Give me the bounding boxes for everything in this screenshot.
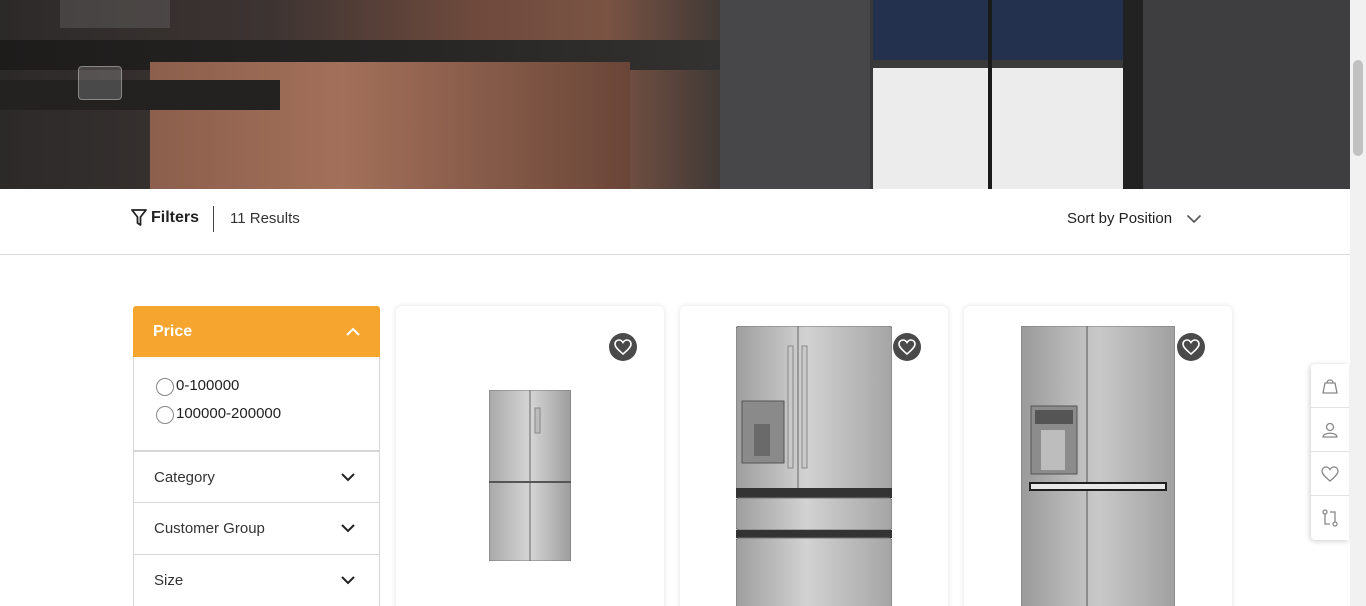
price-filter-title: Price: [153, 322, 193, 340]
page-scrollbar[interactable]: [1350, 0, 1366, 606]
heart-icon: [1321, 465, 1339, 482]
facet-category[interactable]: Category: [133, 451, 380, 503]
facet-customer-group[interactable]: Customer Group: [133, 503, 380, 555]
heart-icon: [614, 339, 632, 355]
scrollbar-thumb[interactable]: [1353, 60, 1363, 156]
heart-icon: [1182, 339, 1200, 355]
radio-button[interactable]: [156, 378, 174, 396]
facet-label: Category: [154, 468, 215, 486]
wishlist-sidebar-button[interactable]: [1311, 452, 1349, 496]
product-image[interactable]: [489, 390, 571, 561]
wishlist-button[interactable]: [609, 333, 637, 361]
facet-label: Size: [154, 572, 184, 589]
chevron-down-icon: [341, 576, 355, 585]
price-option-100000-200000[interactable]: 100000-200000: [156, 395, 379, 431]
compare-button[interactable]: [1311, 496, 1349, 540]
cart-icon: [1322, 378, 1338, 394]
chevron-down-icon: [341, 524, 355, 533]
product-image[interactable]: [736, 326, 892, 606]
filters-button[interactable]: Filters: [131, 209, 199, 227]
filters-label: Filters: [151, 209, 200, 226]
listing-toolbar: Filters 11 Results Sort by Position: [0, 189, 1350, 255]
chevron-up-icon: [346, 327, 360, 336]
chevron-down-icon: [1186, 214, 1202, 223]
product-card[interactable]: [680, 306, 948, 606]
user-icon: [1322, 422, 1338, 438]
account-button[interactable]: [1311, 408, 1349, 452]
page: Filters 11 Results Sort by Position Pric…: [0, 0, 1366, 606]
floating-toolbar: [1311, 364, 1349, 540]
wishlist-button[interactable]: [1177, 333, 1205, 361]
results-count: 11 Results: [230, 210, 300, 227]
price-filter-header[interactable]: Price: [133, 306, 380, 357]
filter-icon: [131, 209, 147, 226]
heart-icon: [898, 339, 916, 355]
chevron-down-icon: [341, 472, 355, 481]
product-card[interactable]: [396, 306, 664, 606]
facet-size[interactable]: Size: [133, 555, 380, 606]
cart-button[interactable]: [1311, 364, 1349, 408]
price-option-label: 100000-200000: [176, 404, 282, 422]
sort-label: Sort by Position: [1067, 210, 1173, 227]
compare-icon: [1322, 509, 1338, 527]
hero-banner: [0, 0, 1350, 189]
product-card[interactable]: [964, 306, 1232, 606]
wishlist-button[interactable]: [893, 333, 921, 361]
price-option-label: 0-100000: [176, 376, 240, 394]
toolbar-divider: [213, 206, 214, 232]
facet-label: Customer Group: [154, 520, 265, 537]
radio-button[interactable]: [156, 406, 174, 424]
product-image[interactable]: [1021, 326, 1175, 606]
filter-sidebar: Price 0-100000 100000-200000 Category Cu…: [133, 306, 380, 606]
price-filter-options: 0-100000 100000-200000: [133, 357, 380, 451]
sort-dropdown[interactable]: Sort by Position: [1067, 210, 1202, 227]
